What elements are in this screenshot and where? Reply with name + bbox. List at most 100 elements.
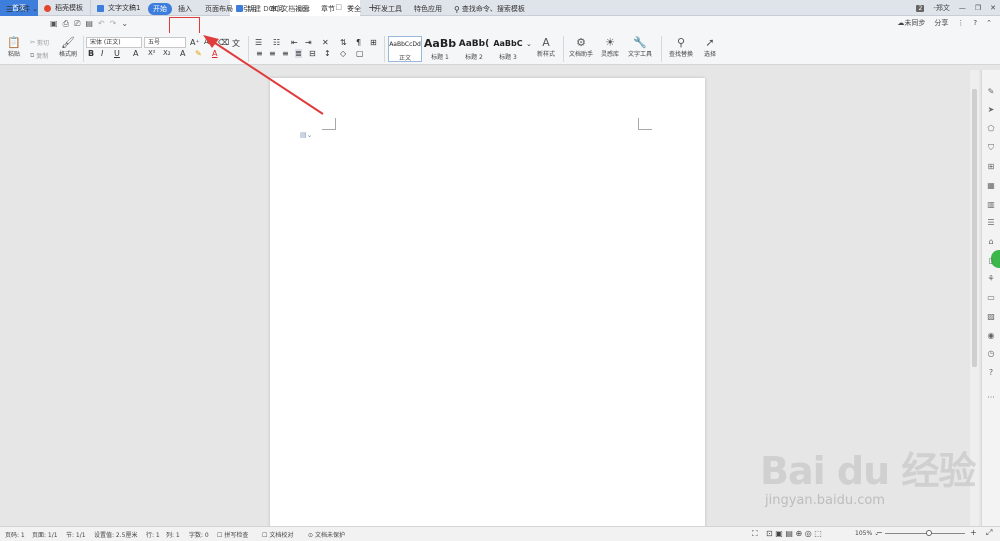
menu-page-layout[interactable]: 页面布局 (205, 3, 233, 15)
tab-docer-templates[interactable]: 稻壳模板 (38, 0, 90, 16)
network-icon[interactable]: ⚘ (986, 274, 996, 284)
scrollbar-thumb[interactable] (972, 89, 977, 367)
status-words[interactable]: 字数: 0 (189, 530, 209, 539)
doc-assistant-button[interactable]: ⚙ 文档助手 (567, 36, 595, 58)
share-button[interactable]: 分享 (934, 18, 948, 28)
text-effect-button[interactable]: A (180, 49, 185, 58)
chart-icon[interactable]: ▥ (986, 200, 996, 210)
book-icon[interactable]: ▭ (986, 293, 996, 303)
cursor-select-icon[interactable]: ➤ (986, 105, 996, 115)
spell-check-toggle[interactable]: ☐ 拼写检查 (217, 530, 248, 539)
table-borders-icon[interactable]: ⊞ (370, 38, 377, 47)
zoom-out-button[interactable]: − (876, 528, 883, 537)
user-name[interactable]: -郑文 (933, 3, 950, 13)
cloud-sync[interactable]: ☁未同步 (897, 18, 925, 28)
style-normal[interactable]: AaBbCcDd 正文 (388, 36, 422, 62)
shading-icon[interactable]: ◇ (340, 49, 346, 58)
inspiration-label: 灵感库 (600, 51, 619, 58)
zoom-slider[interactable] (885, 533, 965, 534)
status-setting: 设置值: 2.5厘米 (94, 532, 138, 539)
show-marks-icon[interactable]: ¶ (356, 38, 361, 47)
command-search[interactable]: ⚲ 查找命令、搜索模板 (454, 3, 525, 15)
bucket-icon[interactable]: ⛉ (986, 143, 996, 153)
watermark-url: jingyan.baidu.com (765, 493, 885, 508)
restore-icon[interactable]: ❐ (975, 4, 981, 12)
italic-button[interactable]: I (101, 49, 103, 58)
font-name-select[interactable]: 宋体 (正文) (86, 37, 142, 48)
style-name: 标题 2 (465, 54, 483, 61)
styles-more-icon[interactable]: ⌄ (526, 40, 532, 48)
style-heading-1[interactable]: AaBb 标题 1 (423, 36, 457, 62)
borders-icon[interactable]: ▢ (356, 49, 364, 58)
print-preview-icon[interactable]: ▤ (85, 19, 93, 29)
style-sample: AaBb( (458, 39, 490, 49)
menu-start[interactable]: 开始 (148, 3, 172, 15)
export-icon[interactable]: ⎙ (63, 19, 69, 29)
menu-developer[interactable]: 开发工具 (374, 3, 402, 15)
collapse-ribbon-icon[interactable]: ⌃ (986, 19, 992, 27)
doc-assistant-label: 文档助手 (568, 51, 593, 58)
image-icon[interactable]: ▨ (986, 312, 996, 322)
menu-security[interactable]: 安全 (347, 3, 361, 15)
document-page[interactable]: ▤⌄ (270, 78, 705, 528)
select-button[interactable]: ➚ 选择 (699, 36, 721, 58)
doc-proof-toggle[interactable]: ☐ 文档校对 (262, 530, 293, 539)
fullscreen-icon[interactable]: ⛶ (752, 529, 758, 539)
bracket-icon[interactable]: ▯ (986, 256, 996, 266)
backup-icon[interactable]: ◉ (986, 331, 996, 341)
text-tools-button[interactable]: 🔧 文字工具 (624, 36, 656, 58)
close-window-icon[interactable]: ✕ (990, 4, 996, 12)
style-heading-2[interactable]: AaBb( 标题 2 (457, 36, 491, 62)
inspiration-button[interactable]: ☀ 灵感库 (598, 36, 622, 58)
menu-insert[interactable]: 插入 (178, 3, 192, 15)
font-size-select[interactable]: 五号 (144, 37, 186, 48)
font-name-value: 宋体 (正文) (90, 39, 121, 46)
history-icon[interactable]: ◷ (986, 349, 996, 359)
copy-button[interactable]: ⧉ 复制 (30, 51, 48, 61)
docer-icon (44, 4, 51, 12)
subscript-button[interactable]: X₂ (163, 49, 171, 57)
file-menu[interactable]: ☰ 文件 ⌄ (6, 3, 38, 15)
menu-chapter[interactable]: 章节 (321, 3, 335, 15)
minimize-icon[interactable]: — (959, 4, 966, 12)
sliders-icon[interactable]: ☰ (986, 218, 996, 228)
save-icon[interactable]: ▣ (50, 19, 58, 29)
table-icon[interactable]: ⊞ (986, 162, 996, 172)
cut-button[interactable]: ✂ 剪切 (30, 38, 49, 47)
paste-button[interactable]: 📋 粘贴 (4, 36, 24, 58)
superscript-button[interactable]: X² (148, 49, 156, 57)
bold-button[interactable]: B (88, 49, 94, 58)
more-icon[interactable]: ⋮ (957, 19, 964, 27)
sort-icon[interactable]: ⇅ (340, 38, 347, 47)
menu-review[interactable]: 审阅 (270, 3, 284, 15)
more-dots-icon[interactable]: ··· (986, 393, 996, 403)
find-replace-button[interactable]: ⚲ 查找替换 (665, 36, 697, 58)
strikethrough-button[interactable]: A (133, 49, 138, 58)
undo-icon[interactable]: ↶ (98, 19, 105, 29)
zoom-in-button[interactable]: + (970, 528, 977, 537)
pen-icon[interactable]: ✎ (986, 87, 996, 97)
tab-pin-icon[interactable]: □ (335, 3, 342, 11)
customize-icon[interactable]: ⌄ (121, 19, 128, 29)
menu-special-apps[interactable]: 特色应用 (414, 3, 442, 15)
print-icon[interactable]: ⎚ (74, 19, 80, 29)
menu-references[interactable]: 引用 (243, 3, 257, 15)
style-heading-3[interactable]: AaBbC 标题 3 (491, 36, 525, 62)
underline-button[interactable]: U (114, 49, 120, 58)
menu-view[interactable]: 视图 (295, 3, 309, 15)
view-mode-icons[interactable]: ⊡ ▣ ▤ ⊕ ◎ ⬚ (766, 529, 822, 538)
zoom-slider-knob[interactable] (926, 530, 932, 536)
redo-icon[interactable]: ↷ (110, 19, 117, 29)
new-style-button[interactable]: A 新样式 (533, 36, 559, 58)
help-circle-icon[interactable]: ? (986, 368, 996, 378)
stamp-icon[interactable]: ⌂ (986, 237, 996, 247)
shape-icon[interactable]: ⬠ (986, 124, 996, 134)
doc-protect-status[interactable]: ⊙ 文档未保护 (308, 530, 345, 539)
style-sample: AaBbC (493, 39, 523, 48)
window-count-badge[interactable]: 2 (916, 4, 925, 12)
paragraph-handle-icon[interactable]: ▤⌄ (300, 131, 312, 139)
fit-window-icon[interactable]: ⤢ (986, 528, 992, 538)
help-icon[interactable]: ? (973, 19, 977, 27)
grid-icon[interactable]: ▦ (986, 181, 996, 191)
format-painter-button[interactable]: 🖌 格式刷 (56, 36, 80, 58)
